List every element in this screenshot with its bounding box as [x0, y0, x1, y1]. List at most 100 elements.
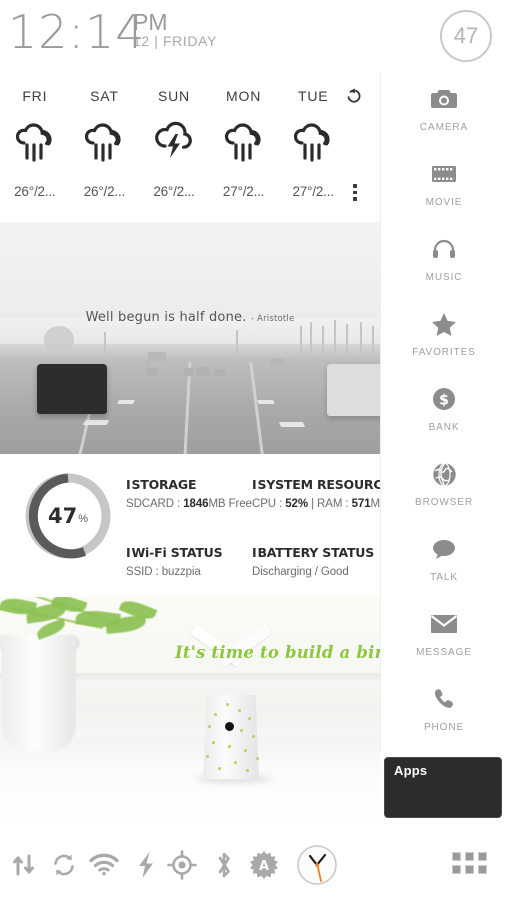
- weather-icon-row: [0, 120, 348, 164]
- road-sign: [148, 352, 166, 361]
- sidebar-item-phone[interactable]: PHONE: [381, 682, 506, 733]
- sidebar-item-message[interactable]: MESSAGE: [381, 607, 506, 658]
- system-status-widget[interactable]: 47 % ISTORAGE SDCARD : 1846MB Free ISYST…: [0, 455, 400, 595]
- sidebar-item-browser[interactable]: BROWSER: [381, 457, 506, 508]
- window-sill: [0, 737, 380, 829]
- birdhouse-photo-widget[interactable]: It's time to build a birdhouse: [0, 597, 380, 829]
- system-resources-title-text: SYSTEM RESOURCES: [257, 477, 400, 492]
- storage-ring-chart: 47 %: [22, 470, 114, 562]
- pole-shape: [236, 330, 238, 354]
- sidebar-item-music[interactable]: MUSIC: [381, 232, 506, 283]
- plant-pot: [2, 639, 76, 751]
- wifi-icon[interactable]: [84, 844, 124, 886]
- film-icon: [381, 157, 506, 191]
- weather-temp: 26°/2...: [14, 184, 56, 199]
- sidebar-item-movie[interactable]: MOVIE: [381, 157, 506, 208]
- weather-day-cell[interactable]: SAT: [70, 88, 140, 104]
- storage-value-strong: 1846: [183, 498, 209, 510]
- headphones-icon: [381, 232, 506, 266]
- pole-shape: [360, 322, 362, 356]
- battery-ring[interactable]: 47: [440, 10, 492, 62]
- car-left-dark: [37, 364, 107, 414]
- birdhouse-caption: It's time to build a birdhouse: [175, 643, 380, 662]
- clock-widget[interactable]: 12:14 PM 12 | FRIDAY 47: [0, 0, 506, 72]
- quote-photo-widget[interactable]: Well begun is half done. - Aristotle: [0, 222, 380, 454]
- weather-day-cell[interactable]: MON: [209, 88, 279, 104]
- sidebar-item-bank[interactable]: $ BANK: [381, 382, 506, 433]
- sync-icon[interactable]: [44, 844, 84, 886]
- cpu-value: 52%: [285, 498, 308, 510]
- road-sign: [270, 358, 284, 366]
- storage-value-prefix: SDCARD :: [126, 498, 184, 510]
- weather-day-label: FRI: [22, 88, 48, 104]
- envelope-icon: [381, 607, 506, 641]
- pole-shape: [310, 322, 312, 356]
- apps-panel[interactable]: Apps: [384, 757, 502, 818]
- sidebar-item-label: FAVORITES: [412, 347, 476, 358]
- battery-percent: 47: [453, 23, 479, 48]
- wifi-status-value: SSID : buzzpia: [126, 566, 254, 578]
- weather-temp: 27°/2...: [222, 184, 265, 199]
- bluetooth-icon[interactable]: [204, 844, 244, 886]
- mobile-data-icon[interactable]: [4, 844, 44, 886]
- quote-text: Well begun is half done.: [85, 310, 247, 325]
- sidebar-item-label: BROWSER: [415, 497, 473, 508]
- lane-dash: [278, 422, 306, 427]
- thunderstorm-icon: [139, 120, 209, 164]
- sidebar-item-talk[interactable]: TALK: [381, 532, 506, 583]
- storage-cell[interactable]: ISTORAGE SDCARD : 1846MB Free: [126, 477, 254, 510]
- weather-widget[interactable]: FRI SAT SUN MON TUE 26°/2... 26°/2... 26…: [0, 72, 380, 220]
- weather-day-cell[interactable]: FRI: [0, 88, 70, 104]
- refresh-icon[interactable]: [344, 86, 364, 106]
- pole-shape: [104, 332, 106, 354]
- battery-status-cell[interactable]: IBATTERY STATUS Discharging / Good: [252, 545, 392, 578]
- storage-value-suffix: MB Free: [208, 498, 252, 510]
- system-resources-cell[interactable]: ISYSTEM RESOURCES CPU : 52% | RAM : 571M…: [252, 477, 400, 510]
- auto-brightness-icon[interactable]: A: [244, 844, 284, 886]
- storage-title-text: STORAGE: [131, 477, 197, 492]
- overflow-menu-icon[interactable]: [353, 184, 357, 201]
- app-drawer-icon[interactable]: [452, 852, 487, 878]
- dollar-circle-icon: $: [381, 382, 506, 416]
- storage-value: SDCARD : 1846MB Free: [126, 498, 254, 510]
- star-icon: [381, 307, 506, 341]
- car-distant: [196, 367, 209, 376]
- sidebar-item-favorites[interactable]: FAVORITES: [381, 307, 506, 358]
- phone-icon: [381, 682, 506, 716]
- cpu-label: CPU :: [252, 498, 286, 510]
- battery-status-title-text: BATTERY STATUS: [257, 545, 375, 560]
- weather-day-cell[interactable]: TUE: [278, 88, 348, 104]
- rain-icon: [70, 120, 140, 164]
- weather-day-cell[interactable]: SUN: [139, 88, 209, 104]
- sidebar-item-camera[interactable]: CAMERA: [381, 82, 506, 133]
- flash-icon[interactable]: [126, 844, 166, 886]
- rain-icon: [278, 120, 348, 164]
- ram-value: 571: [351, 498, 371, 510]
- wifi-status-title-text: Wi-Fi STATUS: [131, 545, 223, 560]
- pole-shape: [322, 326, 324, 356]
- sidebar-item-label: BANK: [428, 422, 460, 433]
- apps-panel-label: Apps: [394, 763, 428, 778]
- home-screen: 12:14 PM 12 | FRIDAY 47 FRI SAT SUN MON …: [0, 0, 506, 900]
- system-resources-title: ISYSTEM RESOURCES: [252, 477, 400, 492]
- car-distant: [214, 369, 225, 376]
- sidebar-item-label: MOVIE: [425, 197, 463, 208]
- car-distant: [184, 368, 194, 376]
- ssid-label: SSID :: [126, 566, 162, 578]
- clock-icon[interactable]: [294, 842, 340, 888]
- clock-ampm: PM: [133, 9, 168, 35]
- weather-day-row: FRI SAT SUN MON TUE: [0, 88, 348, 104]
- svg-text:$: $: [439, 393, 449, 409]
- storage-title: ISTORAGE: [126, 477, 197, 492]
- gps-icon[interactable]: [162, 844, 202, 886]
- system-resources-value: CPU : 52% | RAM : 571MB: [252, 498, 392, 510]
- tree-shape: [44, 326, 74, 352]
- birdhouse-entrance-hole: [225, 722, 234, 731]
- weather-day-label: SAT: [90, 88, 119, 104]
- battery-status-title: IBATTERY STATUS: [252, 545, 375, 560]
- battery-status-value: Discharging / Good: [252, 566, 349, 578]
- weather-temp: 26°/2...: [83, 184, 126, 199]
- wifi-status-cell[interactable]: IWi-Fi STATUS SSID : buzzpia: [126, 545, 254, 578]
- ring-value: 47: [47, 504, 78, 528]
- lane-dash: [117, 400, 135, 404]
